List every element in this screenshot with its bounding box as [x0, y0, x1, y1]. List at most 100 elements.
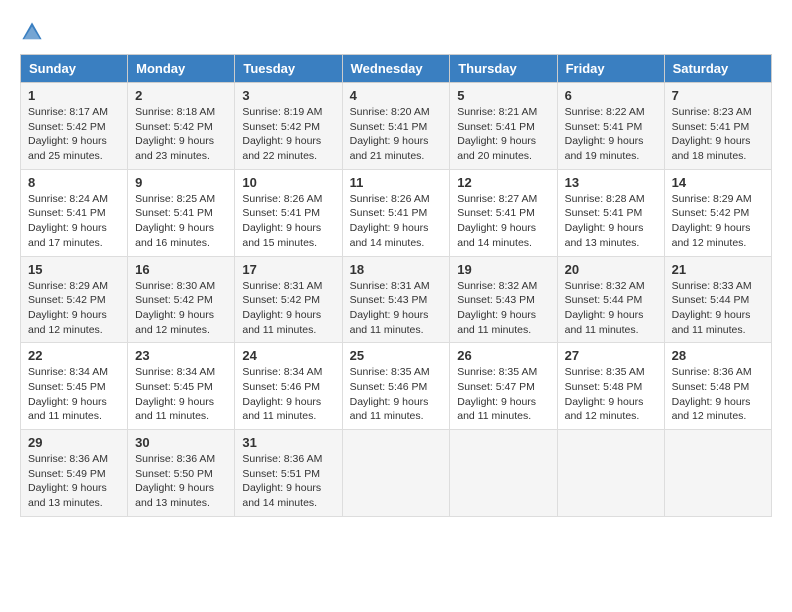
calendar-cell: 3 Sunrise: 8:19 AMSunset: 5:42 PMDayligh…: [235, 83, 342, 170]
weekday-thursday: Thursday: [450, 55, 557, 83]
cell-info: Sunrise: 8:30 AMSunset: 5:42 PMDaylight:…: [135, 280, 215, 336]
calendar-cell: 19 Sunrise: 8:32 AMSunset: 5:43 PMDaylig…: [450, 256, 557, 343]
weekday-sunday: Sunday: [21, 55, 128, 83]
cell-info: Sunrise: 8:28 AMSunset: 5:41 PMDaylight:…: [565, 193, 645, 249]
cell-info: Sunrise: 8:36 AMSunset: 5:49 PMDaylight:…: [28, 453, 108, 509]
header: [20, 20, 772, 44]
day-number: 30: [135, 435, 227, 450]
cell-info: Sunrise: 8:33 AMSunset: 5:44 PMDaylight:…: [672, 280, 752, 336]
cell-info: Sunrise: 8:31 AMSunset: 5:43 PMDaylight:…: [350, 280, 430, 336]
calendar-cell: 22 Sunrise: 8:34 AMSunset: 5:45 PMDaylig…: [21, 343, 128, 430]
day-number: 1: [28, 88, 120, 103]
cell-info: Sunrise: 8:20 AMSunset: 5:41 PMDaylight:…: [350, 106, 430, 162]
day-number: 9: [135, 175, 227, 190]
calendar-cell: 11 Sunrise: 8:26 AMSunset: 5:41 PMDaylig…: [342, 169, 450, 256]
day-number: 24: [242, 348, 334, 363]
cell-info: Sunrise: 8:21 AMSunset: 5:41 PMDaylight:…: [457, 106, 537, 162]
day-number: 4: [350, 88, 443, 103]
calendar-cell: 9 Sunrise: 8:25 AMSunset: 5:41 PMDayligh…: [128, 169, 235, 256]
calendar-cell: 18 Sunrise: 8:31 AMSunset: 5:43 PMDaylig…: [342, 256, 450, 343]
calendar-cell: 31 Sunrise: 8:36 AMSunset: 5:51 PMDaylig…: [235, 430, 342, 517]
day-number: 16: [135, 262, 227, 277]
day-number: 28: [672, 348, 764, 363]
logo-icon: [20, 20, 44, 44]
day-number: 20: [565, 262, 657, 277]
calendar-cell: 4 Sunrise: 8:20 AMSunset: 5:41 PMDayligh…: [342, 83, 450, 170]
day-number: 15: [28, 262, 120, 277]
day-number: 21: [672, 262, 764, 277]
day-number: 8: [28, 175, 120, 190]
calendar-cell: 27 Sunrise: 8:35 AMSunset: 5:48 PMDaylig…: [557, 343, 664, 430]
day-number: 29: [28, 435, 120, 450]
calendar-cell: 12 Sunrise: 8:27 AMSunset: 5:41 PMDaylig…: [450, 169, 557, 256]
weekday-friday: Friday: [557, 55, 664, 83]
cell-info: Sunrise: 8:36 AMSunset: 5:50 PMDaylight:…: [135, 453, 215, 509]
cell-info: Sunrise: 8:36 AMSunset: 5:51 PMDaylight:…: [242, 453, 322, 509]
day-number: 19: [457, 262, 549, 277]
calendar: SundayMondayTuesdayWednesdayThursdayFrid…: [20, 54, 772, 517]
cell-info: Sunrise: 8:22 AMSunset: 5:41 PMDaylight:…: [565, 106, 645, 162]
calendar-cell: [450, 430, 557, 517]
day-number: 26: [457, 348, 549, 363]
cell-info: Sunrise: 8:32 AMSunset: 5:44 PMDaylight:…: [565, 280, 645, 336]
day-number: 13: [565, 175, 657, 190]
calendar-cell: 23 Sunrise: 8:34 AMSunset: 5:45 PMDaylig…: [128, 343, 235, 430]
cell-info: Sunrise: 8:31 AMSunset: 5:42 PMDaylight:…: [242, 280, 322, 336]
cell-info: Sunrise: 8:29 AMSunset: 5:42 PMDaylight:…: [672, 193, 752, 249]
week-row-3: 15 Sunrise: 8:29 AMSunset: 5:42 PMDaylig…: [21, 256, 772, 343]
calendar-cell: 10 Sunrise: 8:26 AMSunset: 5:41 PMDaylig…: [235, 169, 342, 256]
weekday-monday: Monday: [128, 55, 235, 83]
day-number: 27: [565, 348, 657, 363]
calendar-cell: 7 Sunrise: 8:23 AMSunset: 5:41 PMDayligh…: [664, 83, 771, 170]
calendar-cell: 6 Sunrise: 8:22 AMSunset: 5:41 PMDayligh…: [557, 83, 664, 170]
logo: [20, 20, 48, 44]
week-row-2: 8 Sunrise: 8:24 AMSunset: 5:41 PMDayligh…: [21, 169, 772, 256]
day-number: 5: [457, 88, 549, 103]
cell-info: Sunrise: 8:35 AMSunset: 5:47 PMDaylight:…: [457, 366, 537, 422]
cell-info: Sunrise: 8:34 AMSunset: 5:45 PMDaylight:…: [28, 366, 108, 422]
calendar-cell: 21 Sunrise: 8:33 AMSunset: 5:44 PMDaylig…: [664, 256, 771, 343]
calendar-cell: 28 Sunrise: 8:36 AMSunset: 5:48 PMDaylig…: [664, 343, 771, 430]
day-number: 14: [672, 175, 764, 190]
calendar-cell: 26 Sunrise: 8:35 AMSunset: 5:47 PMDaylig…: [450, 343, 557, 430]
weekday-wednesday: Wednesday: [342, 55, 450, 83]
week-row-5: 29 Sunrise: 8:36 AMSunset: 5:49 PMDaylig…: [21, 430, 772, 517]
calendar-cell: 8 Sunrise: 8:24 AMSunset: 5:41 PMDayligh…: [21, 169, 128, 256]
calendar-cell: 14 Sunrise: 8:29 AMSunset: 5:42 PMDaylig…: [664, 169, 771, 256]
calendar-cell: 20 Sunrise: 8:32 AMSunset: 5:44 PMDaylig…: [557, 256, 664, 343]
cell-info: Sunrise: 8:35 AMSunset: 5:48 PMDaylight:…: [565, 366, 645, 422]
cell-info: Sunrise: 8:25 AMSunset: 5:41 PMDaylight:…: [135, 193, 215, 249]
calendar-cell: 1 Sunrise: 8:17 AMSunset: 5:42 PMDayligh…: [21, 83, 128, 170]
cell-info: Sunrise: 8:19 AMSunset: 5:42 PMDaylight:…: [242, 106, 322, 162]
day-number: 18: [350, 262, 443, 277]
week-row-4: 22 Sunrise: 8:34 AMSunset: 5:45 PMDaylig…: [21, 343, 772, 430]
day-number: 2: [135, 88, 227, 103]
calendar-cell: 24 Sunrise: 8:34 AMSunset: 5:46 PMDaylig…: [235, 343, 342, 430]
day-number: 7: [672, 88, 764, 103]
cell-info: Sunrise: 8:24 AMSunset: 5:41 PMDaylight:…: [28, 193, 108, 249]
day-number: 25: [350, 348, 443, 363]
day-number: 6: [565, 88, 657, 103]
cell-info: Sunrise: 8:34 AMSunset: 5:45 PMDaylight:…: [135, 366, 215, 422]
day-number: 23: [135, 348, 227, 363]
calendar-cell: 5 Sunrise: 8:21 AMSunset: 5:41 PMDayligh…: [450, 83, 557, 170]
calendar-cell: [342, 430, 450, 517]
day-number: 31: [242, 435, 334, 450]
calendar-cell: [557, 430, 664, 517]
calendar-cell: 17 Sunrise: 8:31 AMSunset: 5:42 PMDaylig…: [235, 256, 342, 343]
weekday-tuesday: Tuesday: [235, 55, 342, 83]
calendar-cell: 29 Sunrise: 8:36 AMSunset: 5:49 PMDaylig…: [21, 430, 128, 517]
day-number: 10: [242, 175, 334, 190]
calendar-cell: 15 Sunrise: 8:29 AMSunset: 5:42 PMDaylig…: [21, 256, 128, 343]
day-number: 11: [350, 175, 443, 190]
cell-info: Sunrise: 8:29 AMSunset: 5:42 PMDaylight:…: [28, 280, 108, 336]
weekday-saturday: Saturday: [664, 55, 771, 83]
week-row-1: 1 Sunrise: 8:17 AMSunset: 5:42 PMDayligh…: [21, 83, 772, 170]
cell-info: Sunrise: 8:35 AMSunset: 5:46 PMDaylight:…: [350, 366, 430, 422]
cell-info: Sunrise: 8:27 AMSunset: 5:41 PMDaylight:…: [457, 193, 537, 249]
day-number: 22: [28, 348, 120, 363]
cell-info: Sunrise: 8:26 AMSunset: 5:41 PMDaylight:…: [350, 193, 430, 249]
day-number: 3: [242, 88, 334, 103]
calendar-cell: [664, 430, 771, 517]
cell-info: Sunrise: 8:18 AMSunset: 5:42 PMDaylight:…: [135, 106, 215, 162]
